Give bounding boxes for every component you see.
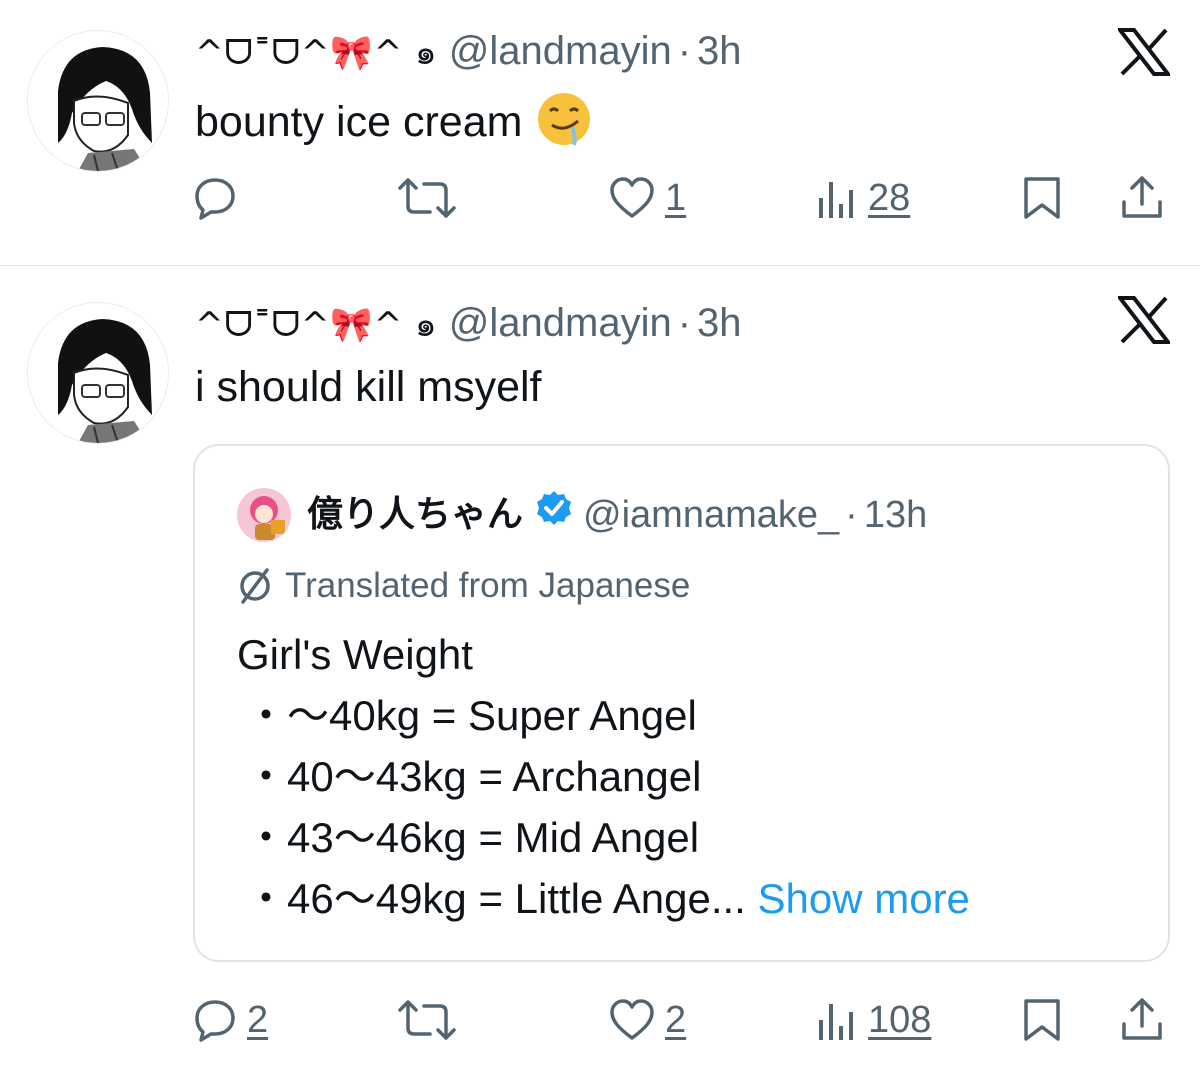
like-count: 1 [665,176,687,219]
heart-icon [610,177,654,218]
author-avatar[interactable] [27,302,169,444]
separator-dot: · [677,29,692,73]
x-logo-icon [1115,296,1173,344]
retweet-button[interactable] [396,170,468,226]
quoted-title: Girl's Weight [237,631,473,678]
tweet-text-content: i should kill msyelf [195,363,542,411]
display-name[interactable]: ^ᗜ˭ᗜ^🎀^ ๑ [195,33,438,73]
weight-line: ・43～46kg = Mid Angel [245,814,700,861]
drooling-face-emoji-icon [536,91,592,158]
reply-button[interactable] [193,170,247,226]
retweet-button[interactable] [396,992,468,1048]
quoted-author-avatar[interactable] [237,488,291,542]
heart-icon [610,999,654,1040]
reply-icon [195,178,235,220]
bookmark-button[interactable] [1022,170,1062,226]
weight-line: ・40～43kg = Archangel [245,753,702,800]
verified-badge-icon [535,488,573,542]
bookmark-icon [1024,177,1060,219]
quoted-handle[interactable]: @iamnamake_ [583,488,839,542]
share-icon [1122,176,1162,218]
views-button[interactable]: 108 [816,992,931,1048]
tweet-header: ^ᗜ˭ᗜ^🎀^ ๑ @landmayin · 3h [195,300,742,348]
translated-indicator: Translated from Japanese [235,564,690,608]
timestamp[interactable]: 3h [697,29,742,73]
retweet-icon [398,178,456,218]
views-button[interactable]: 28 [816,170,910,226]
separator-dot: · [845,494,858,536]
bookmark-button[interactable] [1022,992,1062,1048]
weight-line: ・46～49kg = Little Ange... [245,875,746,922]
views-chart-icon [819,182,853,218]
like-button[interactable]: 1 [609,170,686,226]
share-button[interactable] [1118,170,1166,226]
tweet-2[interactable]: ^ᗜ˭ᗜ^🎀^ ๑ @landmayin · 3h i should kill ms… [0,266,1200,1086]
handle[interactable]: @landmayin [449,29,672,73]
display-name[interactable]: ^ᗜ˭ᗜ^🎀^ ๑ [195,305,438,345]
quoted-display-name[interactable]: 億り人ちゃん [307,488,523,542]
translate-icon [240,568,270,604]
tweet-actions: 2 2 108 [0,992,1200,1048]
views-count: 28 [868,176,911,219]
x-logo-icon [1115,28,1173,76]
show-more-link[interactable]: Show more [758,875,970,922]
tweet-1[interactable]: ^ᗜ˭ᗜ^🎀^ ๑ @landmayin · 3h bounty ice cream [0,0,1200,265]
tweet-text: i should kill msyelf [195,362,542,412]
quoted-header: 億り人ちゃん @iamnamake_ · 13h [307,488,927,542]
like-count: 2 [665,998,687,1041]
reply-icon [195,1000,235,1042]
reply-count: 2 [247,998,269,1041]
share-button[interactable] [1118,992,1166,1048]
tweet-header: ^ᗜ˭ᗜ^🎀^ ๑ @landmayin · 3h [195,28,742,76]
reply-button[interactable]: 2 [193,992,268,1048]
quoted-text: Girl's Weight ・～40kg = Super Angel ・40～4… [237,624,970,929]
views-count: 108 [868,998,932,1041]
views-chart-icon [819,1004,853,1040]
quoted-tweet[interactable]: 億り人ちゃん @iamnamake_ · 13h Translated from J… [193,444,1170,962]
timestamp[interactable]: 3h [697,301,742,345]
avatar-image [28,31,168,171]
weight-line: ・～40kg = Super Angel [245,692,697,739]
tweet-text-content: bounty ice cream [195,97,523,146]
share-icon [1122,998,1162,1040]
translated-label: Translated from Japanese [285,566,691,605]
tweet-actions: 1 28 [0,170,1200,226]
retweet-icon [398,1000,456,1040]
quoted-timestamp[interactable]: 13h [864,488,927,542]
like-button[interactable]: 2 [609,992,686,1048]
author-avatar[interactable] [27,30,169,172]
bookmark-icon [1024,999,1060,1041]
tweet-text: bounty ice cream [195,91,592,158]
separator-dot: · [677,301,692,345]
weight-line-truncated: ・46～49kg = Little Ange... Show more [237,868,970,929]
handle[interactable]: @landmayin [449,301,672,345]
avatar-image [28,303,168,443]
quoted-avatar-image [237,488,291,542]
